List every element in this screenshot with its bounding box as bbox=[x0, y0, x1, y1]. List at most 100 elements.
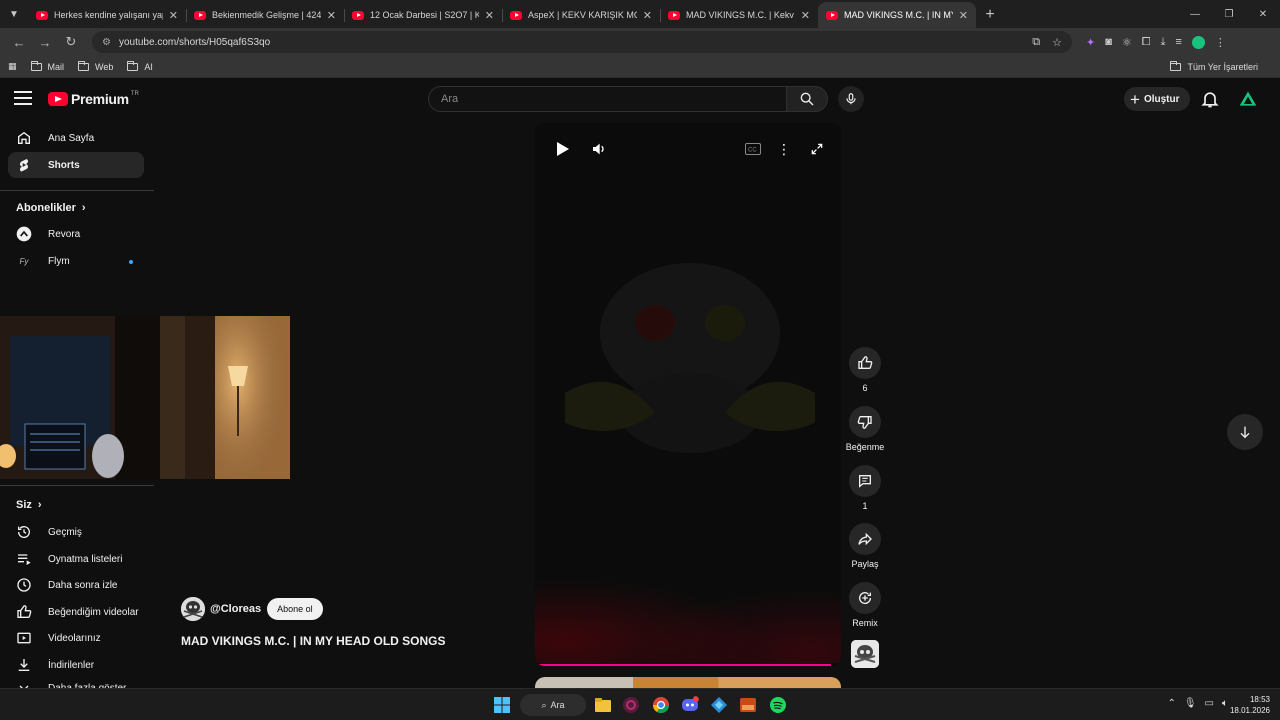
like-button[interactable] bbox=[849, 347, 881, 379]
microphone-icon[interactable]: 🎙︎ bbox=[1184, 698, 1197, 709]
sidebar-item-playlists[interactable]: Oynatma listeleri bbox=[8, 546, 144, 572]
bookmark-folder-web[interactable]: Web bbox=[78, 60, 113, 72]
extension-icon[interactable]: ✦ bbox=[1086, 36, 1095, 49]
shorts-video-player[interactable]: CC ⋮ bbox=[535, 123, 841, 666]
address-bar[interactable]: ⚙ youtube.com/shorts/H05qaf6S3qo ⧉ ☆ bbox=[92, 31, 1072, 53]
browser-tab[interactable]: 12 Ocak Darbesi | S2O7 | KEKV ✕ bbox=[344, 2, 502, 28]
close-tab-icon[interactable]: ✕ bbox=[169, 9, 178, 22]
display-icon[interactable]: ▭ bbox=[1205, 698, 1214, 709]
channel-avatar[interactable] bbox=[181, 597, 205, 621]
camera-icon[interactable]: ◙ bbox=[1105, 36, 1112, 48]
plus-icon: + bbox=[985, 6, 995, 23]
comments-button[interactable] bbox=[849, 465, 881, 497]
sidebar-item-shorts[interactable]: Shorts bbox=[8, 152, 144, 178]
bookmark-folder-mail[interactable]: Mail bbox=[30, 60, 64, 72]
minimize-icon[interactable]: — bbox=[1178, 9, 1212, 20]
sidebar-item-your-videos[interactable]: Videolarınız bbox=[8, 625, 144, 651]
home-icon bbox=[16, 130, 32, 146]
channel-handle[interactable]: @Cloreas bbox=[210, 603, 261, 615]
remix-button[interactable] bbox=[849, 582, 881, 614]
close-tab-icon[interactable]: ✕ bbox=[327, 9, 336, 22]
windows-start-icon[interactable] bbox=[493, 696, 511, 714]
dislike-button[interactable] bbox=[849, 406, 881, 438]
sidebar-item-downloads[interactable]: İndirilenler bbox=[8, 652, 144, 678]
captions-button[interactable]: CC bbox=[741, 139, 765, 159]
create-button[interactable]: + Oluştur bbox=[1124, 87, 1190, 111]
media-controls-icon[interactable]: ≡ bbox=[1175, 36, 1181, 48]
dislike-action[interactable]: Beğenme bbox=[845, 406, 885, 452]
reload-button[interactable]: ↻ bbox=[58, 30, 84, 54]
sidebar-item-liked-videos[interactable]: Beğendiğim videolar bbox=[8, 599, 144, 625]
youtube-favicon-icon bbox=[36, 10, 48, 20]
tab-title: Herkes kendine yalışanı yapsın bbox=[54, 10, 163, 20]
puzzle-icon[interactable]: ⧠ bbox=[1142, 36, 1151, 49]
download-icon[interactable]: ⤓ bbox=[1161, 36, 1166, 49]
fullscreen-button[interactable] bbox=[805, 139, 829, 159]
thumbs-up-icon bbox=[16, 604, 32, 620]
taskbar-search[interactable]: ⌕ Ara bbox=[520, 694, 586, 716]
share-button[interactable] bbox=[849, 523, 881, 555]
youtube-premium-logo[interactable]: Premium TR bbox=[48, 91, 139, 107]
sidebar-subscription-flym[interactable]: Fy Flym bbox=[8, 248, 144, 274]
spotify-icon[interactable] bbox=[769, 696, 787, 714]
bookmark-folder-ai[interactable]: AI bbox=[127, 60, 153, 72]
tab-search-button[interactable]: ▼ bbox=[0, 0, 28, 28]
system-clock[interactable]: 18:53 18.01.2026 bbox=[1230, 694, 1270, 716]
voice-search-button[interactable] bbox=[838, 86, 864, 112]
close-tab-icon[interactable]: ✕ bbox=[959, 9, 968, 22]
video-progress-bar[interactable] bbox=[539, 664, 832, 666]
search-button[interactable] bbox=[786, 86, 828, 112]
browser-tab[interactable]: Bekienmedik Gelişme | 424 | KE ✕ bbox=[186, 2, 344, 28]
sidebar-item-home[interactable]: Ana Sayfa bbox=[8, 125, 144, 151]
restore-icon[interactable]: ❐ bbox=[1212, 9, 1246, 20]
chrome-icon[interactable] bbox=[652, 696, 670, 714]
kebab-menu-icon[interactable]: ⋮ bbox=[1215, 36, 1226, 49]
app-icon[interactable] bbox=[710, 696, 728, 714]
notifications-bell-icon[interactable] bbox=[1200, 89, 1220, 109]
you-heading[interactable]: Siz › bbox=[16, 499, 42, 511]
app-icon[interactable] bbox=[739, 696, 757, 714]
next-video-button[interactable] bbox=[1227, 414, 1263, 450]
play-button[interactable] bbox=[551, 139, 575, 159]
apps-button[interactable]: ▦ bbox=[8, 61, 17, 72]
short-title[interactable]: MAD VIKINGS M.C. | IN MY HEAD OLD SONGS bbox=[181, 634, 446, 648]
sidebar-subscription-revora[interactable]: Revora bbox=[8, 221, 144, 247]
share-action[interactable]: Paylaş bbox=[845, 523, 885, 569]
back-button[interactable]: ← bbox=[6, 30, 32, 54]
menu-hamburger-icon[interactable] bbox=[14, 91, 32, 105]
more-options-button[interactable]: ⋮ bbox=[772, 139, 796, 159]
speaker-icon[interactable]: 🔈︎ bbox=[1222, 698, 1228, 709]
account-avatar-icon[interactable] bbox=[1238, 89, 1258, 109]
install-app-icon[interactable]: ⧉ bbox=[1032, 36, 1040, 49]
browser-tab[interactable]: AspeX | KEKV KARIŞIK MONTAJ BÖLÜ ✕ bbox=[502, 2, 660, 28]
react-devtools-icon[interactable]: ⚛ bbox=[1122, 36, 1132, 49]
comments-action[interactable]: 1 bbox=[845, 465, 885, 511]
new-tab-button[interactable]: + bbox=[976, 2, 1004, 28]
remix-action[interactable]: Remix bbox=[845, 582, 885, 628]
close-tab-icon[interactable]: ✕ bbox=[485, 9, 494, 22]
search-input[interactable] bbox=[428, 86, 786, 112]
subscriptions-heading[interactable]: Abonelikler › bbox=[16, 202, 86, 214]
all-bookmarks-button[interactable]: Tüm Yer İşaretleri bbox=[1170, 60, 1258, 72]
bookmark-star-icon[interactable]: ☆ bbox=[1052, 36, 1062, 49]
browser-tab[interactable]: MAD VIKINGS M.C. | Kekv | Kekv ✕ bbox=[660, 2, 818, 28]
volume-button[interactable] bbox=[587, 139, 611, 159]
sidebar-item-history[interactable]: Geçmiş bbox=[8, 519, 144, 545]
profile-avatar-icon[interactable] bbox=[1191, 35, 1205, 49]
app-icon[interactable] bbox=[622, 696, 640, 714]
mini-player[interactable] bbox=[0, 316, 290, 479]
file-explorer-icon[interactable] bbox=[594, 696, 612, 714]
forward-button[interactable]: → bbox=[32, 30, 58, 54]
close-tab-icon[interactable]: ✕ bbox=[801, 9, 810, 22]
like-action[interactable]: 6 bbox=[845, 347, 885, 393]
discord-icon[interactable] bbox=[681, 696, 699, 714]
sound-thumbnail[interactable] bbox=[851, 640, 879, 668]
close-window-icon[interactable]: ✕ bbox=[1246, 9, 1280, 20]
browser-tab[interactable]: Herkes kendine yalışanı yapsın ✕ bbox=[28, 2, 186, 28]
subscribe-button[interactable]: Abone ol bbox=[267, 598, 323, 620]
sidebar-item-watch-later[interactable]: Daha sonra izle bbox=[8, 572, 144, 598]
close-tab-icon[interactable]: ✕ bbox=[643, 9, 652, 22]
chevron-up-icon[interactable]: ⌃ bbox=[1167, 698, 1175, 709]
site-info-icon[interactable]: ⚙ bbox=[102, 37, 111, 48]
browser-tab-active[interactable]: MAD VIKINGS M.C. | IN MY HEAD ✕ bbox=[818, 2, 976, 28]
